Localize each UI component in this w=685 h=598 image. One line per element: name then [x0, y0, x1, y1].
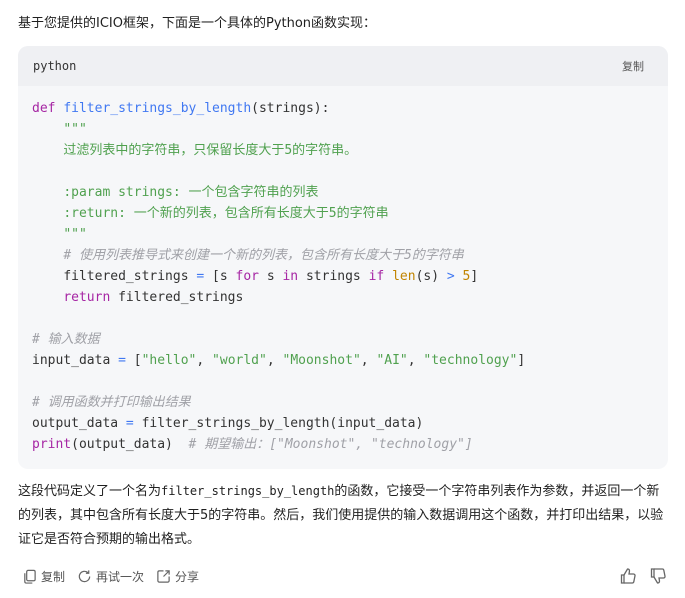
code-token: :param strings: 一个包含字符串的列表 — [63, 185, 319, 200]
code-block: python 复制 def filter_strings_by_length(s… — [18, 46, 668, 469]
explanation-part: 这段代码定义了一个名为 — [18, 484, 162, 499]
code-token: "Moonshot" — [282, 353, 361, 368]
share-icon — [157, 569, 170, 583]
code-token: # 期望输出：["Moonshot", "technology"] — [188, 437, 473, 452]
copy-code-button[interactable]: 复制 — [622, 58, 644, 74]
code-line: input_data = ["hello", "world", "Moonsho… — [32, 353, 526, 368]
code-token: "AI" — [376, 353, 408, 368]
chat-message: 基于您提供的ICIO框架，下面是一个具体的Python函数实现： python … — [0, 0, 685, 598]
code-token: len — [392, 269, 416, 284]
code-header: python 复制 — [18, 46, 668, 86]
inline-code: filter_strings_by_length — [161, 484, 335, 498]
thumbs-up-icon — [620, 568, 636, 584]
code-line: def filter_strings_by_length(strings): — [32, 98, 654, 119]
code-line: return filtered_strings — [32, 287, 654, 308]
code-token: filter_strings_by_length — [63, 101, 252, 116]
code-token: print — [32, 437, 72, 452]
code-token: > — [446, 269, 455, 284]
thumbs-down-icon — [650, 568, 666, 584]
code-token: s — [266, 269, 275, 284]
code-token: [ — [133, 353, 142, 368]
code-token: "world" — [212, 353, 267, 368]
code-token: (strings): — [251, 101, 330, 116]
share-label: 分享 — [175, 569, 200, 584]
code-line: 过滤列表中的字符串，只保留长度大于5的字符串。 — [32, 140, 654, 161]
code-token: return — [63, 290, 111, 305]
code-line: # 输入数据 — [32, 329, 654, 350]
code-token: = — [118, 353, 126, 368]
code-token: in — [282, 269, 299, 284]
copy-button[interactable]: 复制 — [22, 568, 65, 585]
code-token: (s) — [415, 269, 440, 284]
share-button[interactable]: 分享 — [156, 568, 199, 585]
code-token: def — [32, 101, 56, 116]
code-token: input_data — [32, 353, 111, 368]
retry-icon — [78, 569, 91, 582]
thumbs-up-button[interactable] — [619, 567, 637, 585]
code-token: [s — [212, 269, 228, 284]
code-token: "hello" — [141, 353, 197, 368]
code-line: # 调用函数并打印输出结果 — [32, 392, 654, 413]
code-token: # 调用函数并打印输出结果 — [32, 395, 191, 410]
code-content: def filter_strings_by_length(strings): "… — [32, 98, 654, 455]
message-actions: 复制 再试一次 分享 — [22, 566, 667, 586]
explanation-text: 这段代码定义了一个名为filter_strings_by_length的函数，它… — [18, 479, 668, 552]
copy-label: 复制 — [41, 569, 66, 584]
code-token: output_data — [32, 416, 119, 431]
code-token: """ — [63, 227, 87, 242]
code-line: """ — [32, 224, 654, 245]
intro-text: 基于您提供的ICIO框架，下面是一个具体的Python函数实现： — [18, 16, 377, 31]
code-token: strings — [305, 269, 361, 284]
code-body: def filter_strings_by_length(strings): "… — [18, 86, 668, 469]
code-line: :return: 一个新的列表，包含所有长度大于5的字符串 — [32, 203, 654, 224]
code-token: # 输入数据 — [32, 332, 100, 347]
code-line: """ — [32, 119, 654, 140]
code-token: = — [125, 416, 134, 431]
thumbs-down-button[interactable] — [649, 567, 667, 585]
code-line: print(output_data) # 期望输出：["Moonshot", "… — [32, 434, 654, 455]
code-language-label: python — [33, 59, 77, 73]
retry-button[interactable]: 再试一次 — [77, 568, 144, 585]
code-token: filtered_strings — [63, 269, 189, 284]
code-token: """ — [63, 122, 87, 137]
code-line: filtered_strings = [s for s in strings i… — [32, 266, 654, 287]
retry-label: 再试一次 — [96, 569, 145, 584]
copy-icon — [24, 569, 36, 584]
code-token: if — [368, 269, 385, 284]
code-token: ] — [470, 269, 479, 284]
code-line: :param strings: 一个包含字符串的列表 — [32, 182, 654, 203]
code-token: # 使用列表推导式来创建一个新的列表，包含所有长度大于5的字符串 — [63, 248, 464, 263]
code-token: ] — [517, 353, 526, 368]
code-token: filtered_strings — [118, 290, 244, 305]
code-token: "technology" — [423, 353, 518, 368]
code-token: (output_data) — [71, 437, 173, 452]
code-line: # 使用列表推导式来创建一个新的列表，包含所有长度大于5的字符串 — [32, 245, 654, 266]
code-token: for — [235, 269, 259, 284]
code-token: filter_strings_by_length(input_data) — [141, 416, 424, 431]
code-token: 过滤列表中的字符串，只保留长度大于5的字符串。 — [63, 143, 358, 158]
code-token: :return: 一个新的列表，包含所有长度大于5的字符串 — [63, 206, 389, 221]
code-token: = — [196, 269, 205, 284]
code-line: output_data = filter_strings_by_length(i… — [32, 413, 654, 434]
